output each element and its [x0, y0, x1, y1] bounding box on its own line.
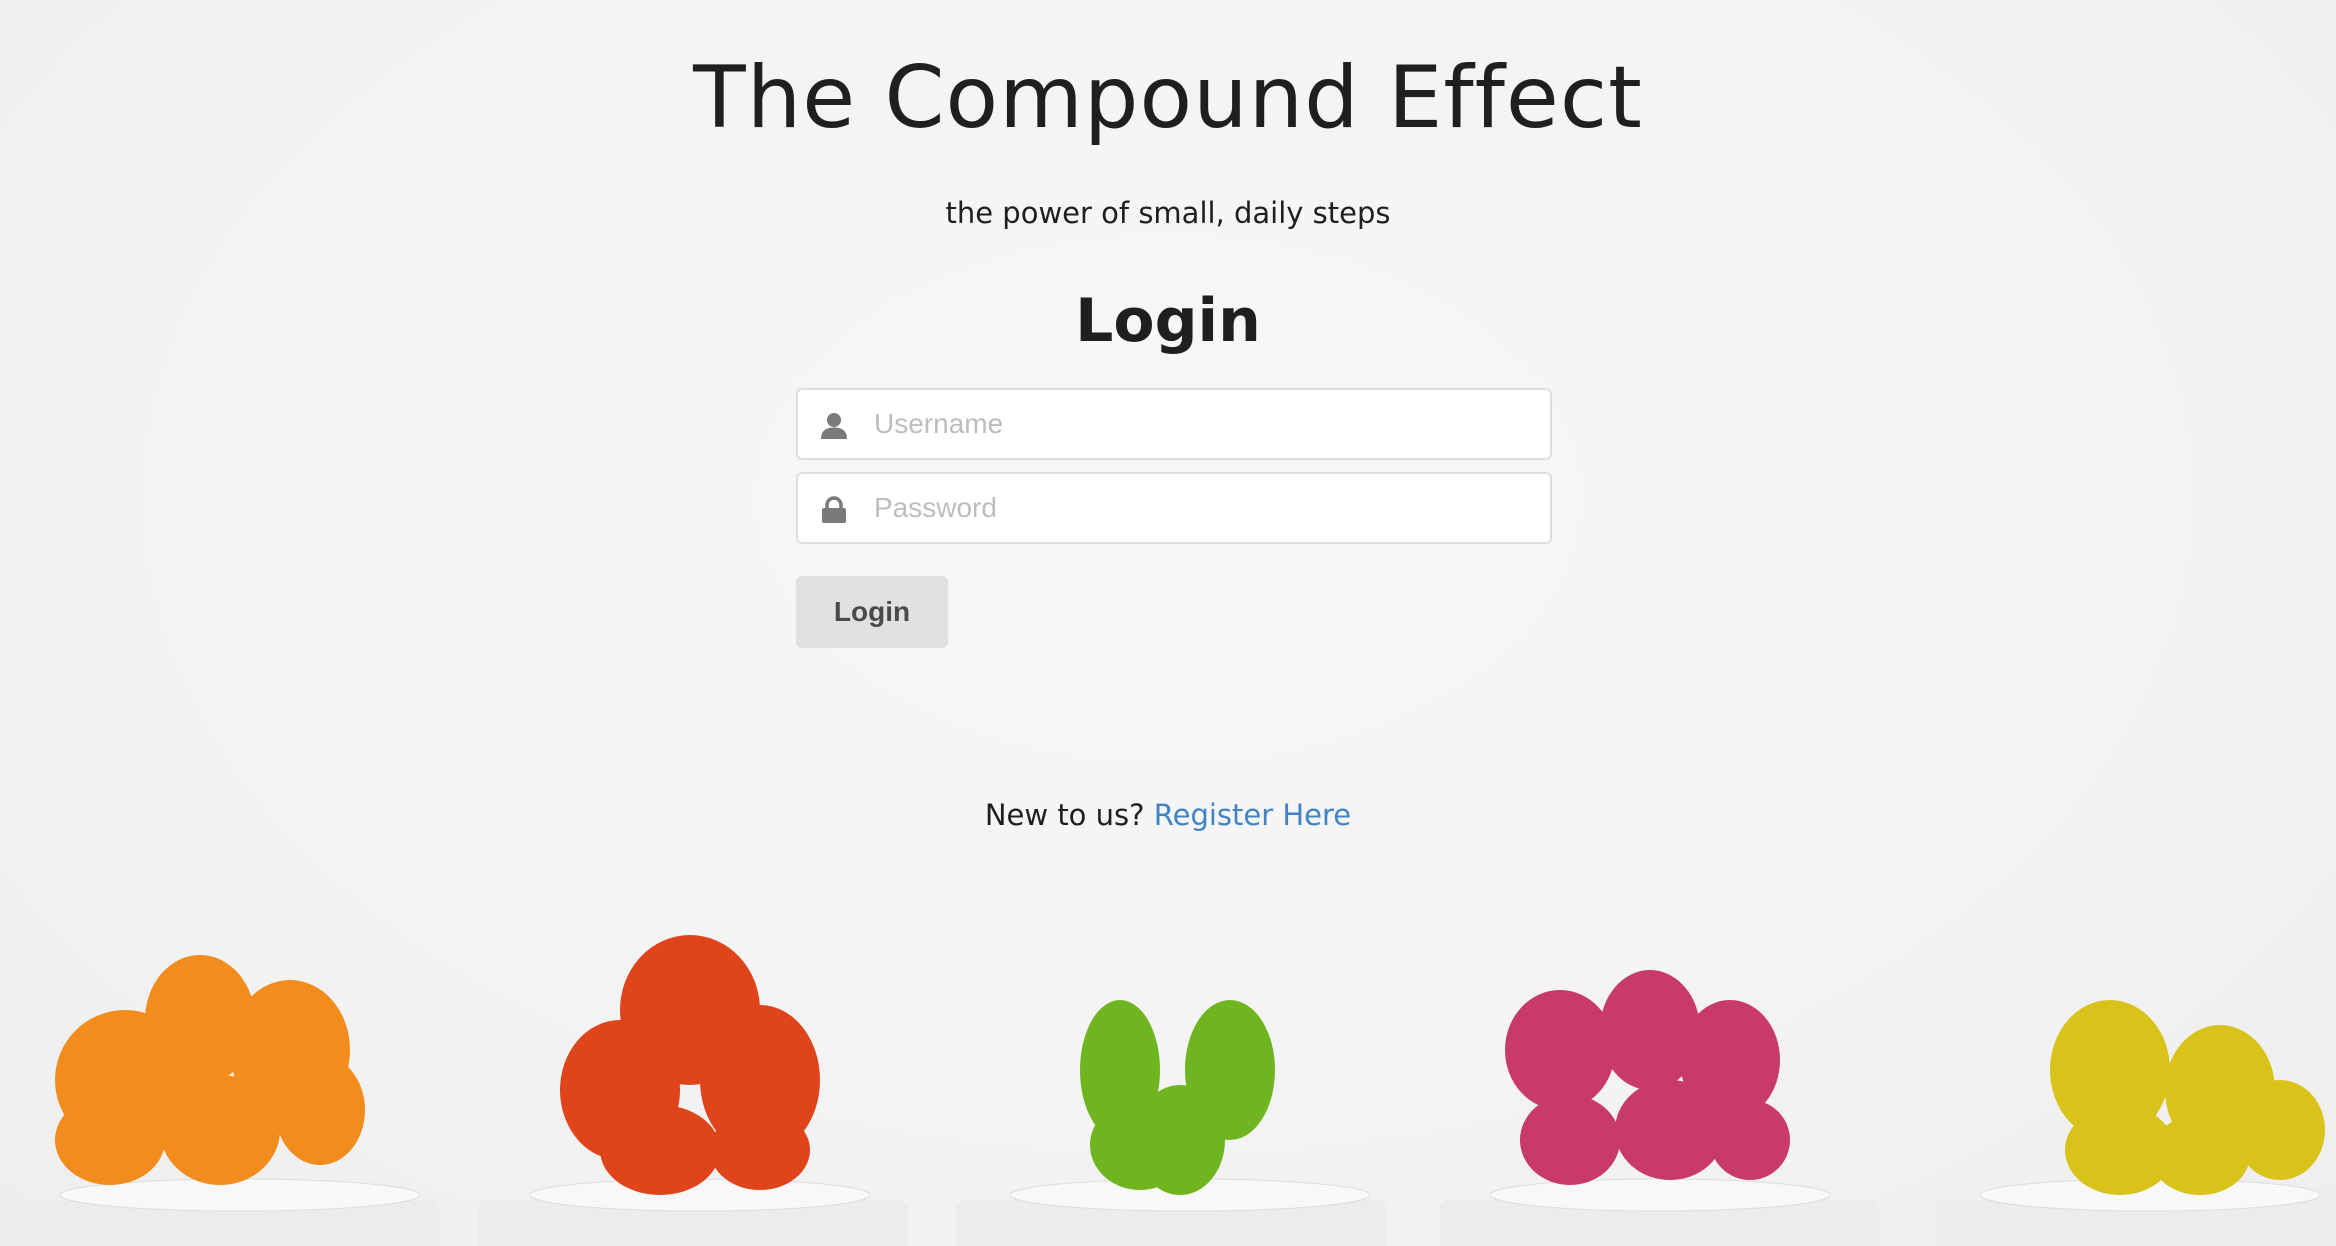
pink-cactus: [1505, 970, 1790, 1185]
cactus-background-image: [0, 935, 2336, 1246]
orange-cactus: [55, 955, 365, 1185]
register-link[interactable]: Register Here: [1154, 798, 1351, 832]
red-cactus: [560, 935, 820, 1195]
green-cactus: [1080, 1000, 1275, 1195]
register-prompt-text: New to us?: [984, 798, 1145, 832]
yellow-cactus: [2050, 1000, 2325, 1195]
login-button[interactable]: Login: [796, 576, 948, 648]
password-input[interactable]: [874, 474, 1534, 542]
login-heading: Login: [1075, 286, 1261, 356]
username-field[interactable]: [796, 388, 1552, 460]
password-field[interactable]: [796, 472, 1552, 544]
lock-icon: [822, 496, 846, 523]
username-input[interactable]: [874, 390, 1534, 458]
tagline: the power of small, daily steps: [945, 196, 1391, 230]
register-prompt: New to us? Register Here: [0, 798, 2336, 832]
user-icon: [821, 413, 847, 439]
login-page: The Compound Effect the power of small, …: [0, 0, 2336, 1246]
app-title: The Compound Effect: [693, 48, 1643, 148]
